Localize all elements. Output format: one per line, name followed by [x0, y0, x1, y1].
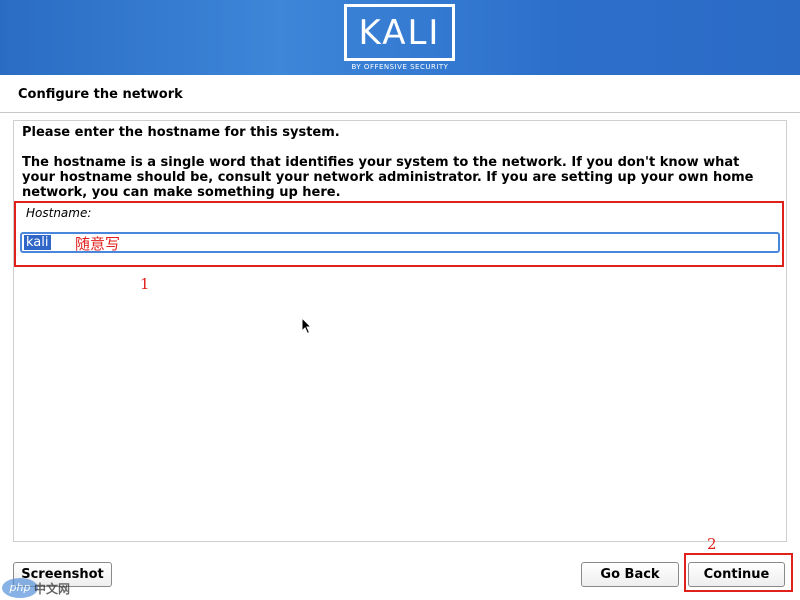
- annotation-box-hostname: [14, 201, 784, 267]
- page-title: Configure the network: [18, 87, 183, 102]
- mouse-cursor-icon: [301, 317, 313, 335]
- watermark-text: 中文网: [34, 582, 71, 596]
- kali-logo: KALI: [344, 4, 455, 61]
- annotation-box-continue: [684, 553, 793, 592]
- go-back-button[interactable]: Go Back: [581, 562, 679, 587]
- logo-text: KALI: [358, 13, 441, 53]
- description-text: The hostname is a single word that ident…: [22, 155, 754, 200]
- watermark-brand: php: [2, 578, 38, 598]
- annotation-step-2: 2: [707, 535, 717, 553]
- header-banner: KALI BY OFFENSIVE SECURITY: [0, 0, 800, 75]
- logo-subtitle: BY OFFENSIVE SECURITY: [351, 63, 449, 71]
- prompt-text: Please enter the hostname for this syste…: [22, 125, 340, 140]
- watermark: php 中文网: [2, 578, 86, 600]
- annotation-step-1: 1: [140, 275, 150, 293]
- divider: [0, 112, 800, 113]
